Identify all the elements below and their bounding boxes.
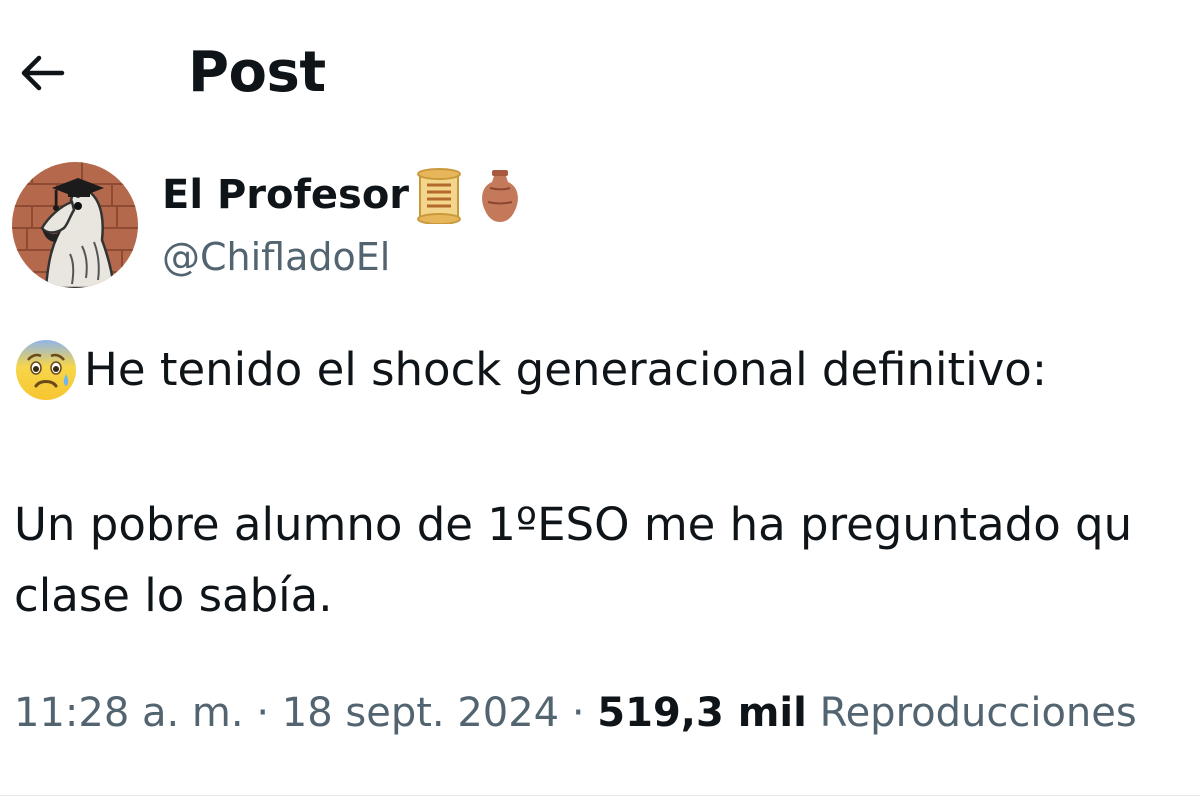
- views-count: 519,3 mil: [597, 690, 807, 736]
- back-button[interactable]: [18, 48, 74, 98]
- author-row: El Profesor @ChifladoEl: [12, 162, 912, 292]
- display-name[interactable]: El Profesor: [162, 170, 409, 220]
- post-meta: 11:28 a. m. · 18 sept. 2024 · 519,3 mil …: [14, 685, 1137, 741]
- name-badges: [412, 166, 522, 226]
- meta-separator: ·: [559, 690, 598, 736]
- user-handle[interactable]: @ChifladoEl: [162, 232, 390, 282]
- anxious-face-emoji: [16, 340, 76, 400]
- views-label: Reproducciones: [806, 690, 1137, 736]
- post-line-1: He tenido el shock generacional definiti…: [14, 335, 1200, 405]
- meta-separator: ·: [243, 690, 282, 736]
- page-title: Post: [188, 40, 326, 105]
- post-text-line: clase lo sabía.: [14, 569, 333, 622]
- divider: [0, 795, 1200, 796]
- post-header: Post: [0, 0, 1200, 150]
- avatar[interactable]: [12, 162, 138, 288]
- post-text-line: Un pobre alumno de 1ºESO me ha preguntad…: [14, 498, 1133, 551]
- post-time[interactable]: 11:28 a. m.: [14, 690, 244, 736]
- amphora-emoji: [482, 170, 518, 222]
- post-date[interactable]: 18 sept. 2024: [282, 690, 559, 736]
- post-body: He tenido el shock generacional definiti…: [14, 335, 1200, 635]
- arrow-left-icon: [21, 55, 65, 91]
- scroll-emoji: [417, 168, 461, 224]
- post-text-line: He tenido el shock generacional definiti…: [84, 343, 1047, 396]
- llama-graduation-cap-avatar: [12, 162, 138, 288]
